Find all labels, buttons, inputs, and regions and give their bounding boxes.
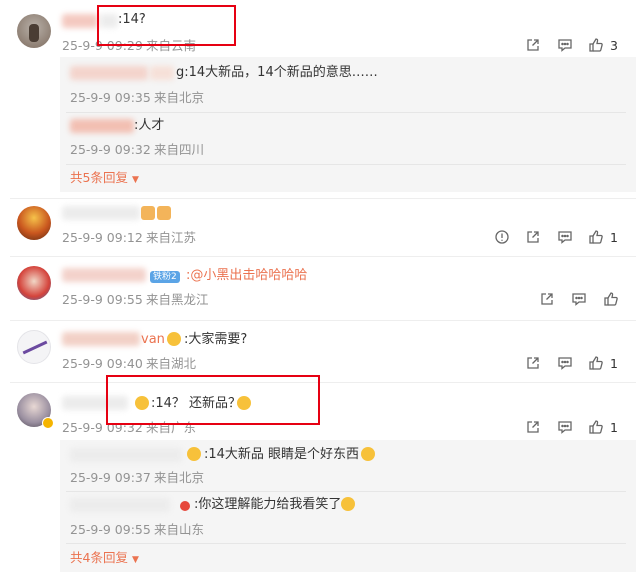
comment-divider — [10, 256, 636, 257]
reply-divider — [66, 491, 626, 492]
avatar[interactable] — [17, 330, 51, 364]
comment-divider — [10, 382, 636, 383]
reply-location: 来自四川 — [154, 142, 205, 157]
share-icon[interactable] — [525, 229, 541, 245]
reply-emoji — [186, 447, 202, 464]
share-icon[interactable] — [539, 291, 555, 307]
highlight-box — [97, 5, 236, 46]
like-icon[interactable] — [588, 355, 604, 371]
highlight-box — [106, 375, 320, 425]
comment-text: :大家需要? — [184, 332, 248, 347]
reply-location: 来自北京 — [154, 470, 205, 485]
like-icon[interactable] — [603, 291, 619, 307]
comment-time: 25-9-9 09:40 — [62, 356, 143, 371]
emoji-icon — [187, 447, 201, 461]
share-icon[interactable] — [525, 355, 541, 371]
comment-location: 来自江苏 — [146, 230, 197, 245]
share-icon[interactable] — [525, 37, 541, 53]
comment-username-suffix[interactable]: van — [141, 332, 165, 348]
reply-text: :人才 — [134, 118, 165, 133]
like-icon[interactable] — [588, 419, 604, 435]
comment-time: 25-9-9 09:55 — [62, 292, 143, 307]
thumbs-up-emoji-icon — [141, 206, 155, 220]
username-redacted[interactable] — [62, 14, 98, 28]
username-redacted[interactable] — [62, 206, 140, 220]
comment-icon[interactable] — [557, 419, 573, 435]
comment-emoji — [166, 332, 182, 349]
reply-divider — [66, 112, 626, 113]
reply-location: 来自北京 — [154, 90, 205, 105]
like-count: 3 — [610, 38, 618, 53]
like-count: 1 — [610, 230, 618, 245]
report-icon[interactable] — [494, 229, 510, 245]
more-replies-label: 共5条回复 — [70, 170, 128, 185]
share-icon[interactable] — [525, 419, 541, 435]
reply-time: 25-9-9 09:35 — [70, 90, 151, 105]
reply-time: 25-9-9 09:32 — [70, 142, 151, 157]
reply-text: :14大新品 眼睛是个好东西 — [204, 447, 360, 462]
reply-divider — [66, 543, 626, 544]
avatar[interactable] — [17, 266, 51, 300]
like-icon[interactable] — [588, 37, 604, 53]
reply-emoji — [360, 447, 376, 464]
comment-icon[interactable] — [557, 355, 573, 371]
comment-emoji — [140, 206, 172, 223]
comment-time: 25-9-9 09:12 — [62, 230, 143, 245]
more-replies-link[interactable]: 共5条回复 ▼ — [70, 170, 139, 188]
reply-divider — [66, 164, 626, 165]
emoji-icon — [167, 332, 181, 346]
comment-text[interactable]: :@小黑出击哈哈哈哈 — [186, 268, 307, 284]
username-redacted[interactable] — [70, 448, 182, 462]
chevron-down-icon: ▼ — [131, 555, 139, 565]
laugh-cry-emoji-icon — [341, 497, 355, 511]
thumbs-up-emoji-icon — [157, 206, 171, 220]
username-redacted[interactable] — [150, 66, 174, 80]
more-replies-label: 共4条回复 — [70, 550, 128, 565]
avatar[interactable] — [17, 14, 51, 48]
username-redacted[interactable] — [70, 498, 170, 512]
comment-icon[interactable] — [557, 229, 573, 245]
like-count: 1 — [610, 356, 618, 371]
badge-icon — [180, 501, 190, 511]
comment-location: 来自黑龙江 — [146, 292, 209, 307]
verified-icon — [42, 417, 54, 429]
laugh-emoji-icon — [361, 447, 375, 461]
reply-text: g:14大新品，14个新品的意思…… — [176, 65, 378, 80]
comment-icon[interactable] — [557, 37, 573, 53]
comment-divider — [10, 320, 636, 321]
reply-text: :你这理解能力给我看笑了 — [194, 497, 342, 512]
chevron-down-icon: ▼ — [131, 175, 139, 185]
comment-location: 来自湖北 — [146, 356, 197, 371]
reply-time: 25-9-9 09:37 — [70, 470, 151, 485]
like-icon[interactable] — [588, 229, 604, 245]
username-redacted[interactable] — [62, 268, 146, 282]
fan-badge: 铁粉2 — [150, 271, 180, 283]
username-redacted[interactable] — [70, 119, 134, 133]
avatar[interactable] — [17, 206, 51, 240]
comment-icon[interactable] — [571, 291, 587, 307]
comment-divider — [10, 198, 636, 199]
username-redacted[interactable] — [62, 332, 140, 346]
reply-location: 来自山东 — [154, 522, 205, 537]
more-replies-link[interactable]: 共4条回复 ▼ — [70, 550, 139, 568]
username-redacted[interactable] — [70, 66, 148, 80]
reply-time: 25-9-9 09:55 — [70, 522, 151, 537]
like-count: 1 — [610, 420, 618, 435]
reply-emoji — [340, 497, 356, 514]
